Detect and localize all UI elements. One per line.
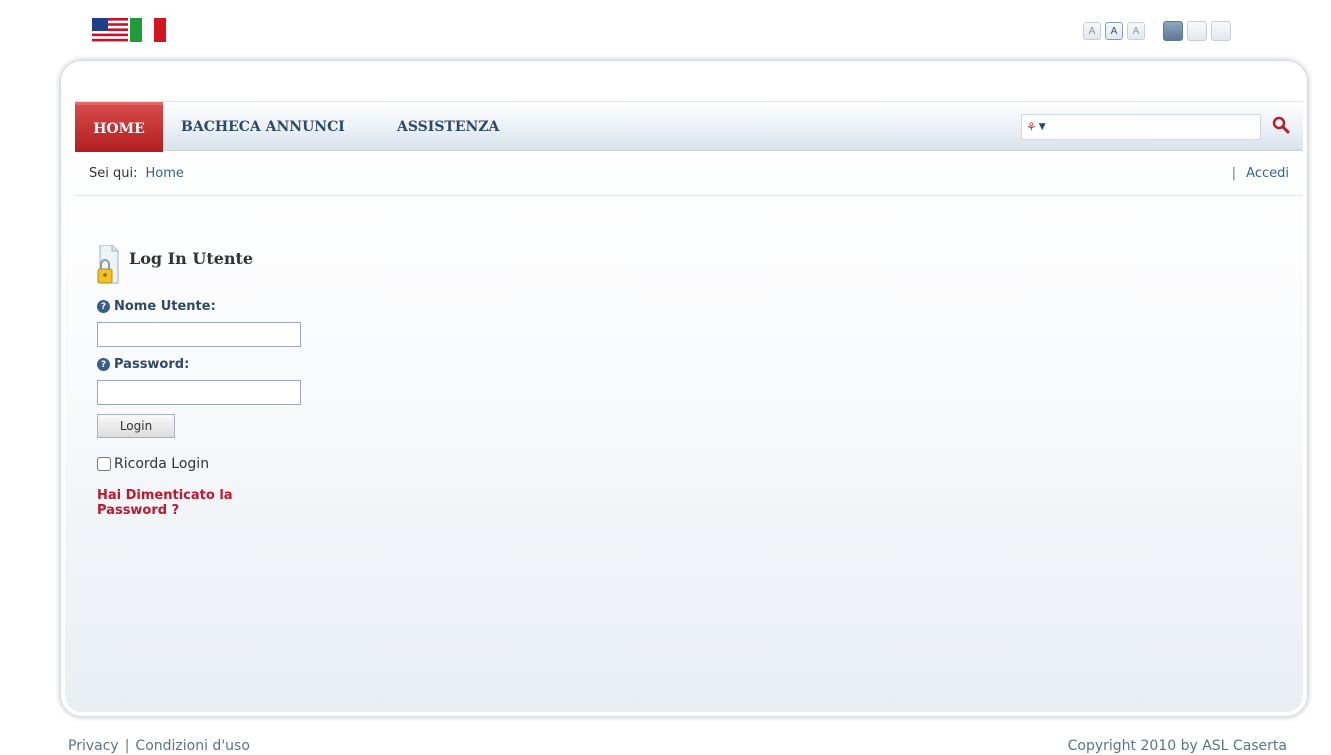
help-icon[interactable]: ? [97,300,110,313]
password-label: ? Password: [97,357,357,372]
language-switcher [92,18,166,42]
layout-wide-button[interactable] [1163,21,1183,41]
search-engine-icon[interactable]: ⚘ [1026,120,1037,134]
search-box: ⚘ ▼ [1021,114,1261,140]
font-medium-button[interactable]: A [1105,22,1123,40]
remember-login-checkbox[interactable] [97,457,111,471]
login-title: Log In Utente [129,249,254,268]
footer-separator: | [124,738,130,754]
italian-flag-icon[interactable] [130,18,166,42]
accedi-link[interactable]: Accedi [1246,166,1289,181]
footer: Privacy | Condizioni d'uso Copyright 2010 … [0,730,1331,755]
search-input[interactable] [1049,116,1260,138]
main-panel: HOME BACHECA ANNUNCI ASSISTENZA ⚘ ▼ Sei … [60,60,1308,717]
password-field[interactable] [97,380,301,405]
lock-document-icon [97,245,119,284]
main-navigation: HOME BACHECA ANNUNCI ASSISTENZA ⚘ ▼ [75,101,1303,152]
breadcrumb-home-link[interactable]: Home [145,166,183,181]
login-module: Log In Utente ? Nome Utente: ? Password:… [97,245,357,518]
copyright-text: Copyright 2010 by ASL Caserta [1067,738,1287,754]
nav-bacheca-annunci[interactable]: BACHECA ANNUNCI [181,102,345,152]
forgot-password-link[interactable]: Hai Dimenticato la Password ? [97,488,287,518]
footer-links: Privacy | Condizioni d'uso [68,738,250,754]
chevron-down-icon[interactable]: ▼ [1039,122,1046,132]
font-small-button[interactable]: A [1083,22,1101,40]
top-bar: A A A [0,0,1331,60]
login-header: Log In Utente [97,245,357,289]
layout-medium-button[interactable] [1187,21,1207,41]
privacy-link[interactable]: Privacy [68,738,119,754]
nav-home[interactable]: HOME [75,102,163,152]
login-link-container: | Accedi [1232,166,1289,181]
terms-link[interactable]: Condizioni d'uso [135,738,249,754]
breadcrumb: Sei qui: Home | Accedi [75,152,1303,196]
username-label: ? Nome Utente: [97,299,357,314]
accessibility-tools: A A A [1083,21,1231,41]
layout-narrow-button[interactable] [1211,21,1231,41]
help-icon[interactable]: ? [97,358,110,371]
breadcrumb-label: Sei qui: [89,166,138,181]
username-label-text: Nome Utente: [114,299,216,314]
english-flag-icon[interactable] [92,18,128,42]
login-button[interactable]: Login [97,414,175,438]
remember-login[interactable]: Ricorda Login [97,456,357,472]
password-label-text: Password: [114,357,190,372]
username-field[interactable] [97,322,301,347]
nav-assistenza[interactable]: ASSISTENZA [397,102,499,152]
remember-login-label: Ricorda Login [114,456,210,472]
search-icon [1272,116,1290,134]
font-large-button[interactable]: A [1127,22,1145,40]
breadcrumb-separator: | [1231,166,1237,181]
search-button[interactable] [1269,112,1293,138]
